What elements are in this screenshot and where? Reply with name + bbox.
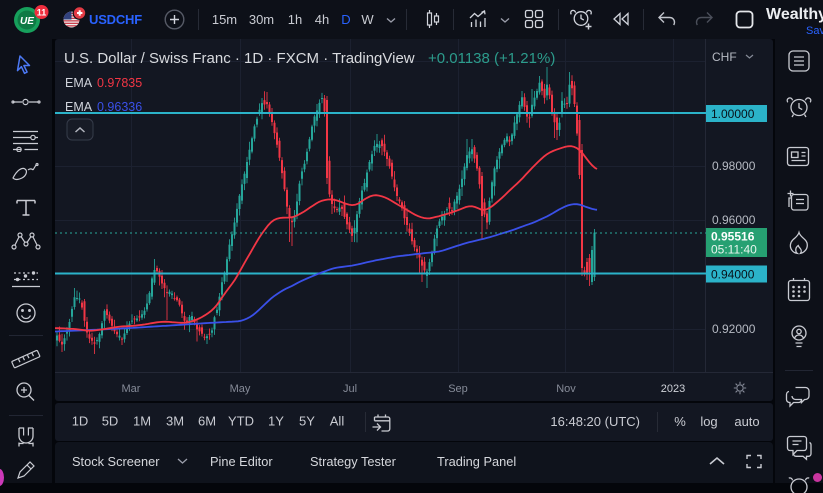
svg-text:Jul: Jul [343, 383, 357, 395]
svg-text:0.95516: 0.95516 [711, 230, 755, 244]
svg-text:log: log [700, 414, 717, 429]
svg-text:6M: 6M [198, 414, 216, 429]
svg-text:0.96336: 0.96336 [97, 100, 142, 114]
svg-text:2023: 2023 [661, 383, 685, 395]
svg-text:1M: 1M [133, 414, 151, 429]
svg-text:U.S. Dollar / Swiss Franc · 1D: U.S. Dollar / Swiss Franc · 1D · FXCM · … [64, 50, 415, 67]
svg-text:CHF: CHF [712, 50, 737, 64]
svg-text:Stock Screener: Stock Screener [72, 454, 160, 469]
svg-text:0.96000: 0.96000 [712, 213, 756, 227]
svg-text:Nov: Nov [556, 383, 576, 395]
svg-text:Mar: Mar [122, 383, 141, 395]
svg-text:%: % [674, 414, 686, 429]
svg-text:YTD: YTD [228, 414, 254, 429]
svg-text:Pine Editor: Pine Editor [210, 454, 273, 469]
svg-text:5Y: 5Y [299, 414, 315, 429]
svg-text:auto: auto [734, 414, 759, 429]
svg-text:16:48:20 (UTC): 16:48:20 (UTC) [550, 414, 640, 429]
svg-text:EMA: EMA [65, 76, 93, 90]
svg-text:Strategy Tester: Strategy Tester [310, 454, 397, 469]
svg-text:Sep: Sep [448, 383, 468, 395]
svg-text:+0.01138 (+1.21%): +0.01138 (+1.21%) [428, 50, 555, 67]
svg-text:5D: 5D [102, 414, 119, 429]
svg-text:1.00000: 1.00000 [711, 107, 755, 121]
svg-text:0.97835: 0.97835 [97, 76, 142, 90]
svg-text:EMA: EMA [65, 100, 93, 114]
svg-text:0.94000: 0.94000 [711, 268, 755, 282]
svg-text:11: 11 [37, 8, 47, 18]
svg-text:All: All [330, 414, 345, 429]
svg-text:3M: 3M [166, 414, 184, 429]
svg-text:0.98000: 0.98000 [712, 159, 756, 173]
svg-text:0.92000: 0.92000 [712, 322, 756, 336]
svg-text:1D: 1D [72, 414, 89, 429]
svg-text:1Y: 1Y [268, 414, 284, 429]
svg-text:Trading Panel: Trading Panel [437, 454, 516, 469]
svg-text:05:11:40: 05:11:40 [711, 243, 757, 257]
svg-text:May: May [230, 383, 251, 395]
svg-text:UE: UE [20, 16, 34, 27]
